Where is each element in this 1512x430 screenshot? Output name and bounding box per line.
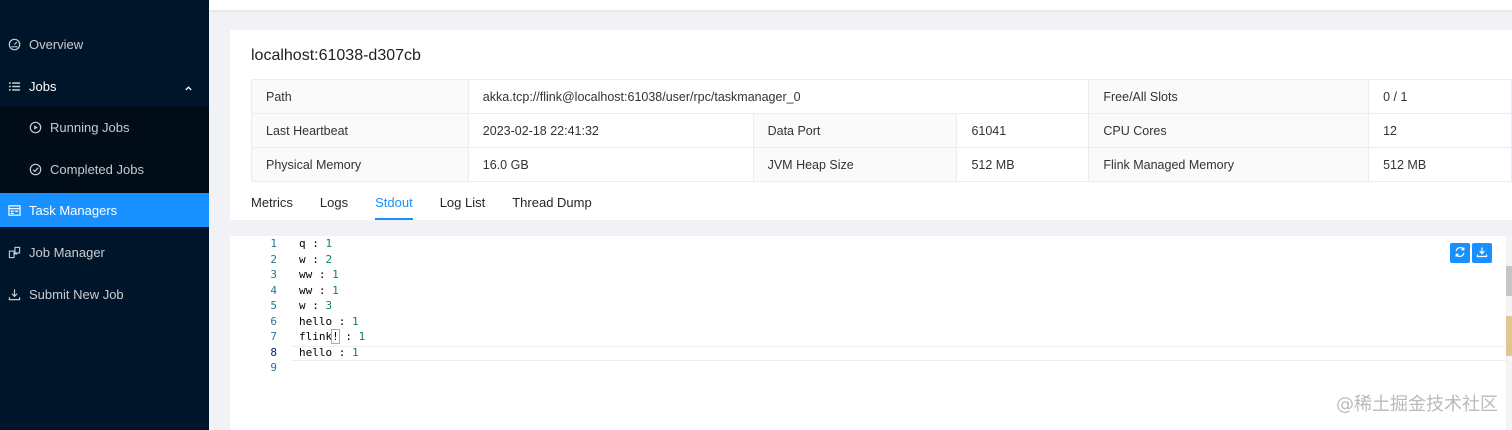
slots-label: Free/All Slots (1088, 79, 1370, 114)
stdout-editor[interactable]: 1 q : 1 2 w : 2 3 ww : 1 4 ww : 1 5 w : … (230, 236, 1512, 430)
sidebar-item-completed-jobs[interactable]: Completed Jobs (0, 152, 209, 186)
upload-icon (7, 287, 21, 301)
line-number: 9 (270, 361, 277, 374)
path-label: Path (251, 79, 469, 114)
line-value: 1 (325, 237, 333, 250)
sidebar-item-running-jobs[interactable]: Running Jobs (0, 110, 209, 144)
line-value: 1 (332, 268, 339, 281)
cluster-icon (7, 245, 21, 259)
line-value: 1 (352, 345, 359, 359)
path-value: akka.tcp://flink@localhost:61038/user/rp… (467, 79, 1090, 114)
editor-line: 2 w : 2 (230, 253, 1506, 269)
editor-line: 6 hello : 1 (230, 315, 1506, 331)
download-button[interactable] (1472, 243, 1492, 263)
jvm-heap-label: JVM Heap Size (752, 147, 958, 182)
jvm-heap-value: 512 MB (956, 147, 1090, 182)
line-number: 5 (270, 299, 277, 312)
table-row: Physical Memory 16.0 GB JVM Heap Size 51… (251, 147, 1512, 182)
tab-stdout[interactable]: Stdout (375, 190, 413, 220)
line-number: 6 (270, 314, 277, 328)
line-number: 1 (270, 237, 277, 250)
editor-line: 1 q : 1 (230, 237, 1506, 253)
cpu-cores-value: 12 (1368, 113, 1512, 148)
sidebar-item-job-manager[interactable]: Job Manager (0, 235, 209, 269)
physical-memory-label: Physical Memory (251, 147, 469, 182)
data-port-label: Data Port (752, 113, 958, 148)
sidebar-item-label: Completed Jobs (50, 161, 144, 177)
sidebar-item-label: Job Manager (29, 244, 105, 260)
play-circle-icon (28, 120, 42, 134)
reload-button[interactable] (1450, 243, 1470, 263)
sidebar-item-jobs[interactable]: Jobs (0, 69, 209, 103)
line-value: 1 (332, 283, 339, 297)
sidebar-item-label: Jobs (29, 78, 57, 94)
dashboard-icon (7, 37, 21, 51)
heartbeat-value: 2023-02-18 22:41:32 (467, 113, 754, 148)
unusual-character-highlight: ! (331, 329, 340, 344)
line-value: 1 (358, 330, 366, 343)
sidebar-item-label: Submit New Job (29, 286, 124, 302)
editor-line: 9 (230, 361, 1506, 377)
line-key: q (299, 237, 306, 250)
line-number: 8 (270, 345, 277, 359)
editor-line: 5 w : 3 (230, 299, 1506, 315)
page-title: localhost:61038-d307cb (251, 47, 421, 64)
sidebar-item-label: Overview (29, 36, 84, 52)
line-key: hello (299, 345, 333, 359)
taskmanager-card: localhost:61038-d307cb Path akka.tcp://f… (230, 30, 1512, 220)
check-circle-icon (28, 162, 42, 176)
scrollbar-marker (1506, 316, 1512, 356)
managed-memory-label: Flink Managed Memory (1088, 147, 1370, 182)
slots-value: 0 / 1 (1368, 79, 1512, 114)
line-key: hello (299, 314, 333, 328)
line-number: 7 (270, 330, 277, 343)
sidebar: Overview Jobs Running Jobs Completed Job… (0, 0, 209, 430)
sidebar-item-submit-new-job[interactable]: Submit New Job (0, 277, 209, 311)
physical-memory-value: 16.0 GB (467, 147, 754, 182)
table-row: Path akka.tcp://flink@localhost:61038/us… (251, 79, 1512, 114)
editor-line: 4 ww : 1 (230, 284, 1506, 300)
managed-memory-value: 512 MB (1368, 147, 1512, 182)
sidebar-item-label: Task Managers (29, 202, 118, 218)
taskmanager-details-table: Path akka.tcp://flink@localhost:61038/us… (251, 79, 1512, 182)
tab-log-list[interactable]: Log List (440, 190, 486, 220)
line-key: w (299, 299, 306, 312)
line-key: w (299, 252, 306, 266)
line-number: 4 (270, 283, 277, 297)
line-key: ww (299, 268, 313, 281)
cpu-cores-label: CPU Cores (1088, 113, 1370, 148)
line-value: 2 (325, 252, 333, 266)
download-icon (1476, 246, 1488, 261)
tab-thread-dump[interactable]: Thread Dump (512, 190, 591, 220)
line-key: ww (299, 283, 313, 297)
tab-metrics[interactable]: Metrics (251, 190, 293, 220)
watermark: @稀土掘金技术社区 (1336, 394, 1498, 415)
tab-logs[interactable]: Logs (320, 190, 348, 220)
line-number: 3 (270, 268, 277, 281)
editor-line: 7 flink! : 1 (230, 329, 1506, 346)
sidebar-item-label: Running Jobs (50, 119, 130, 135)
editor-line: 3 ww : 1 (230, 268, 1506, 284)
scrollbar-thumb[interactable] (1506, 266, 1512, 296)
line-key: flink (299, 330, 333, 343)
line-value: 1 (352, 314, 359, 328)
chevron-up-icon (184, 81, 193, 96)
line-value: 3 (325, 299, 333, 312)
data-port-value: 61041 (956, 113, 1090, 148)
list-icon (7, 79, 21, 93)
tab-bar: Metrics Logs Stdout Log List Thread Dump (251, 190, 619, 220)
heartbeat-label: Last Heartbeat (251, 113, 469, 148)
editor-line: 8 hello : 1 (230, 346, 1506, 362)
top-header (209, 0, 1512, 10)
sidebar-item-overview[interactable]: Overview (0, 27, 209, 61)
sidebar-item-task-managers[interactable]: Task Managers (0, 193, 209, 227)
line-number: 2 (270, 252, 277, 266)
schedule-icon (7, 203, 21, 217)
table-row: Last Heartbeat 2023-02-18 22:41:32 Data … (251, 113, 1512, 148)
reload-icon (1454, 246, 1466, 261)
